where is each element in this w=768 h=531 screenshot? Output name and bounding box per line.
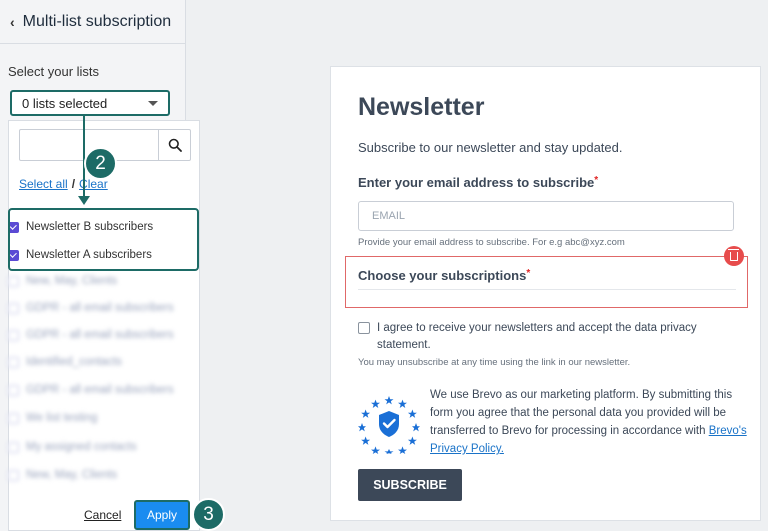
email-help-text: Provide your email address to subscribe.… xyxy=(358,237,625,248)
list-item-label: New, May, Clients xyxy=(26,275,118,287)
list-item-label: New, May, Clients xyxy=(26,469,118,481)
list-item-label: Identified_contacts xyxy=(26,356,122,368)
cancel-button[interactable]: Cancel xyxy=(84,508,121,522)
brevo-disclaimer: We use Brevo as our marketing platform. … xyxy=(430,386,750,458)
trash-icon xyxy=(728,248,739,261)
list-item[interactable]: GDPR - all email subscribers xyxy=(8,298,174,318)
newsletter-form-card: Newsletter Subscribe to our newsletter a… xyxy=(330,66,761,521)
list-item-label: GDPR - all email subscribers xyxy=(26,329,174,341)
select-lists-label: Select your lists xyxy=(8,64,100,79)
lists-dropdown[interactable]: 0 lists selected xyxy=(10,90,170,116)
subscriptions-label-text: Choose your subscriptions xyxy=(358,268,527,283)
required-mark: * xyxy=(594,175,599,186)
list-item-label: My assigned contacts xyxy=(26,441,137,453)
search-icon xyxy=(168,138,182,152)
link-separator: / xyxy=(71,177,76,191)
left-panel: ‹ Multi-list subscription Select your li… xyxy=(0,0,200,531)
delete-block-button[interactable] xyxy=(724,246,744,266)
step-badge-2: 2 xyxy=(84,147,117,180)
form-title: Newsletter xyxy=(358,93,485,121)
list-item[interactable]: We list testing xyxy=(8,408,97,428)
list-item-label: GDPR - all email subscribers xyxy=(26,302,174,314)
arrow-down-icon xyxy=(78,196,90,205)
select-all-link[interactable]: Select all xyxy=(19,177,68,191)
list-item-label: We list testing xyxy=(26,412,98,424)
brevo-disclaimer-text: We use Brevo as our marketing platform. … xyxy=(430,389,733,437)
shield-check-icon xyxy=(358,396,420,454)
panel-title: Multi-list subscription xyxy=(22,12,172,30)
checkbox-icon[interactable] xyxy=(8,329,19,341)
list-item[interactable]: New, May, Clients xyxy=(8,465,117,485)
email-label: Enter your email address to subscribe* xyxy=(358,175,598,190)
subscriptions-label: Choose your subscriptions* xyxy=(358,268,530,283)
checkbox-icon[interactable] xyxy=(8,412,19,424)
apply-button[interactable]: Apply xyxy=(134,500,190,530)
panel-header: ‹ Multi-list subscription xyxy=(0,0,186,44)
list-item[interactable]: My assigned contacts xyxy=(8,437,137,457)
consent-text: I agree to receive your newsletters and … xyxy=(377,322,697,351)
dropdown-value: 0 lists selected xyxy=(22,95,108,111)
consent-checkbox[interactable] xyxy=(358,322,370,334)
checkbox-icon[interactable] xyxy=(8,275,19,287)
checkbox-icon[interactable] xyxy=(8,384,19,396)
list-item[interactable]: GDPR - all email subscribers xyxy=(8,325,174,345)
form-subtitle: Subscribe to our newsletter and stay upd… xyxy=(358,140,623,155)
divider xyxy=(358,289,736,290)
required-mark: * xyxy=(526,268,531,279)
subscriptions-block[interactable]: Choose your subscriptions* xyxy=(345,256,748,308)
selected-items-highlight xyxy=(8,208,199,271)
chevron-left-icon[interactable]: ‹ xyxy=(10,14,15,30)
list-item[interactable]: New, May, Clients xyxy=(8,271,117,291)
list-item[interactable]: GDPR - all email subscribers xyxy=(8,380,174,400)
unsubscribe-note: You may unsubscribe at any time using th… xyxy=(358,357,631,368)
list-item[interactable]: Identified_contacts xyxy=(8,352,122,372)
checkbox-icon[interactable] xyxy=(8,302,19,314)
email-field[interactable] xyxy=(358,201,734,231)
checkbox-icon[interactable] xyxy=(8,469,19,481)
step-badge-3: 3 xyxy=(192,498,225,531)
checkbox-icon[interactable] xyxy=(8,356,19,368)
email-label-text: Enter your email address to subscribe xyxy=(358,175,595,190)
consent-row: I agree to receive your newsletters and … xyxy=(358,320,728,354)
list-item-label: GDPR - all email subscribers xyxy=(26,384,174,396)
subscribe-button[interactable]: SUBSCRIBE xyxy=(358,469,462,501)
caret-down-icon xyxy=(148,100,158,106)
search-button[interactable] xyxy=(158,130,190,160)
checkbox-icon[interactable] xyxy=(8,441,19,453)
